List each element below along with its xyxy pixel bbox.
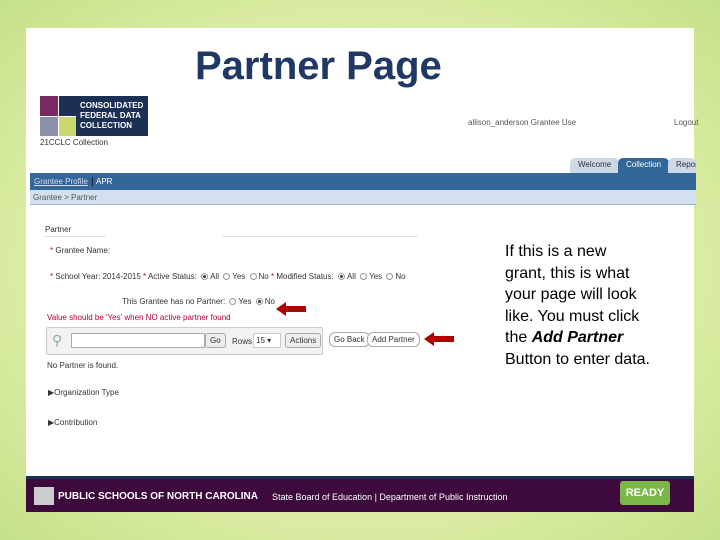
section-organization-type[interactable]: ▶Organization Type [48, 388, 119, 397]
active-all-radio[interactable] [201, 273, 209, 281]
empty-message: No Partner is found. [47, 361, 119, 370]
logout-link[interactable]: Logout [674, 118, 698, 127]
tab-report[interactable]: Report [668, 158, 696, 173]
dpi-logo-icon [34, 487, 54, 505]
school-year-value: 2014-2015 [102, 272, 141, 281]
tab-welcome[interactable]: Welcome [570, 158, 620, 173]
modified-no-radio[interactable] [386, 273, 394, 281]
arrow-left-icon [276, 302, 306, 316]
breadcrumb: Grantee > Partner [30, 190, 696, 205]
collection-label: 21CCLC Collection [40, 138, 109, 147]
divider [44, 236, 106, 237]
nav-bar: Grantee Profile APR [30, 173, 696, 190]
ready-badge: READY [620, 481, 670, 505]
actions-button[interactable]: Actions [285, 333, 322, 348]
go-back-button[interactable]: Go Back [329, 332, 370, 347]
section-contribution[interactable]: ▶Contribution [48, 418, 97, 427]
nav-grantee-profile[interactable]: Grantee Profile [34, 177, 88, 186]
instruction-note: If this is a new grant, this is what your … [505, 243, 650, 368]
warning-message: Value should be 'Yes' when NO active par… [47, 313, 231, 322]
no-partner-yes-radio[interactable] [229, 298, 237, 306]
search-icon[interactable]: ⚲ [52, 332, 62, 349]
no-partner-no-radio[interactable] [255, 298, 263, 306]
footer-banner: PUBLIC SCHOOLS OF NORTH CAROLINA State B… [26, 476, 694, 512]
active-yes-radio[interactable] [223, 273, 231, 281]
modified-yes-radio[interactable] [360, 273, 368, 281]
user-name: allison_anderson Grantee Use [468, 118, 577, 127]
arrow-left-icon [424, 332, 454, 346]
nav-apr[interactable]: APR [92, 177, 112, 186]
search-bar: ⚲ Go Rows 15 ▾ Actions [46, 327, 323, 355]
search-input[interactable] [71, 333, 205, 348]
section-title: Partner [45, 225, 72, 234]
no-partner-label: This Grantee has no Partner: [122, 297, 226, 306]
divider [222, 236, 418, 237]
go-button[interactable]: Go [205, 333, 226, 348]
page-title: Partner Page [195, 44, 442, 88]
rows-select[interactable]: 15 ▾ [253, 333, 281, 348]
grantee-name-label: Grantee Name: [55, 246, 111, 255]
tab-collection[interactable]: Collection [618, 158, 670, 173]
active-no-radio[interactable] [249, 273, 257, 281]
add-partner-button[interactable]: Add Partner [367, 332, 420, 347]
modified-all-radio[interactable] [337, 273, 345, 281]
cfdc-logo: CONSOLIDATED FEDERAL DATA COLLECTION [40, 96, 148, 136]
